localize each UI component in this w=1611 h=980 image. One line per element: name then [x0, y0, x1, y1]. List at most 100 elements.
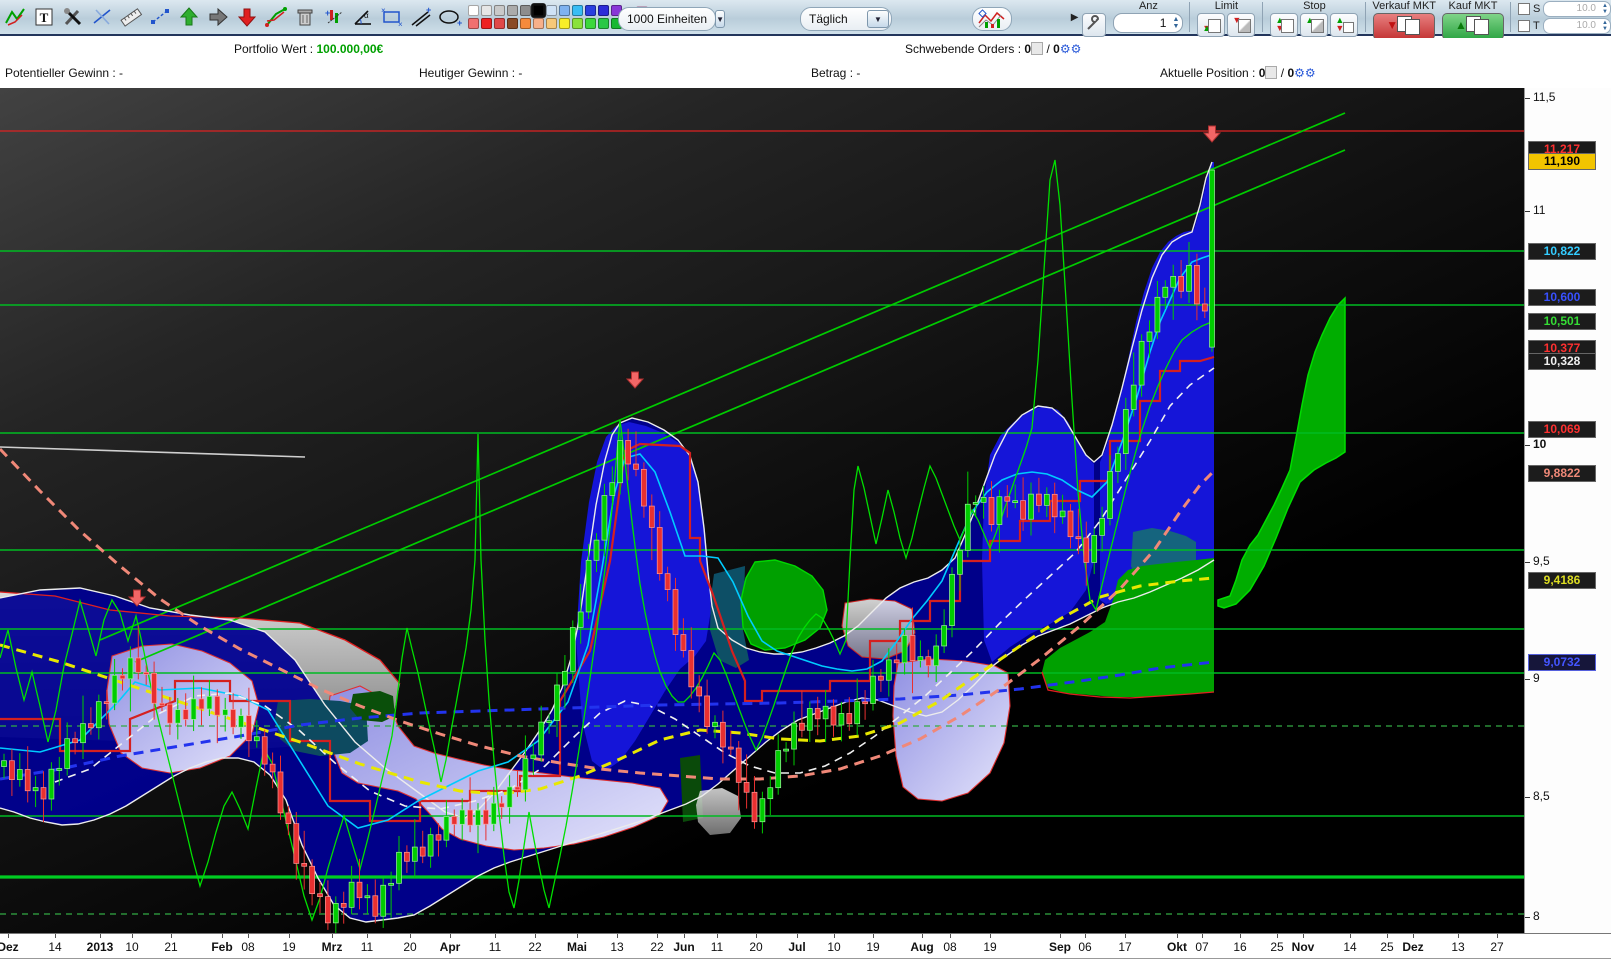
- position-doc-icon[interactable]: [1265, 66, 1277, 79]
- time-tick-label: 25: [1270, 940, 1283, 954]
- svg-text:α: α: [364, 11, 369, 20]
- time-tick-mark: [248, 934, 249, 938]
- color-swatch[interactable]: [531, 3, 546, 18]
- take-profit-stepper[interactable]: ▲▼: [1602, 20, 1608, 32]
- candle-body: [246, 716, 251, 741]
- candle-body: [270, 764, 275, 772]
- chart-style-button[interactable]: [972, 7, 1012, 31]
- color-swatch[interactable]: [533, 18, 544, 29]
- time-tick-mark: [684, 934, 685, 938]
- candle-body: [626, 440, 631, 464]
- arrow-right-icon[interactable]: [204, 4, 231, 31]
- stop-limit-order-button[interactable]: ▲▼: [1330, 13, 1358, 37]
- stop-buy-order-button[interactable]: ▲▼: [1270, 13, 1298, 37]
- text-tool-icon[interactable]: T: [30, 4, 57, 31]
- pending-orders: Schwebende Orders : 0 / 0⚙⚙: [905, 42, 1081, 56]
- sell-market-button[interactable]: ▼: [1373, 13, 1435, 40]
- limit-sell-order-button[interactable]: ▼: [1227, 13, 1255, 37]
- trend-line[interactable]: [0, 447, 305, 457]
- candle-body: [768, 788, 773, 799]
- units-dropdown[interactable]: 1000 Einheiten ▼: [618, 7, 716, 31]
- color-swatch[interactable]: [520, 5, 531, 16]
- arrow-down-icon[interactable]: [233, 4, 260, 31]
- position-gear-icon[interactable]: ⚙⚙: [1294, 66, 1316, 80]
- color-swatch[interactable]: [507, 5, 518, 16]
- candle-body: [120, 675, 125, 679]
- cross-lines-icon[interactable]: [88, 4, 115, 31]
- candle-body: [491, 803, 496, 824]
- stop-loss-input[interactable]: 10.0▲▼: [1543, 1, 1611, 17]
- candle-body: [452, 816, 457, 824]
- timeframe-dropdown-arrow-icon[interactable]: ▼: [867, 10, 889, 28]
- candle-body: [697, 687, 702, 696]
- rectangle-tool-icon[interactable]: ××: [378, 4, 405, 31]
- candle-body: [17, 769, 22, 779]
- orders-gear-icon[interactable]: ⚙⚙: [1060, 42, 1082, 56]
- stop-sell-order-button[interactable]: ▲: [1300, 13, 1328, 37]
- arrow-up-icon[interactable]: [175, 4, 202, 31]
- angle-tool-icon[interactable]: α: [349, 4, 376, 31]
- quantity-input[interactable]: 1▲▼: [1113, 13, 1183, 33]
- ellipse-tool-icon[interactable]: +: [436, 4, 463, 31]
- stop-loss-stepper[interactable]: ▲▼: [1602, 3, 1608, 15]
- price-axis[interactable]: 11,511109,598,5811,21711,19010,82210,600…: [1524, 88, 1611, 933]
- color-swatch[interactable]: [572, 5, 583, 16]
- amount: Betrag : -: [811, 66, 860, 80]
- trendline-tool-icon[interactable]: [1, 4, 28, 31]
- candle-body: [160, 703, 165, 705]
- color-swatch[interactable]: [520, 18, 531, 29]
- take-profit-input[interactable]: 10.0▲▼: [1543, 18, 1611, 34]
- candle-body: [555, 685, 560, 721]
- candle-body: [223, 710, 228, 716]
- color-swatch[interactable]: [598, 18, 609, 29]
- color-swatch[interactable]: [546, 18, 557, 29]
- color-swatch[interactable]: [481, 5, 492, 16]
- freehand-lines-icon[interactable]: [262, 4, 289, 31]
- buy-market-button[interactable]: ▲: [1442, 13, 1504, 40]
- limit-buy-order-button[interactable]: ▼▲: [1197, 13, 1225, 37]
- channel-tool-icon[interactable]: +: [407, 4, 434, 31]
- color-swatch[interactable]: [559, 5, 570, 16]
- candle-body: [33, 788, 38, 791]
- color-swatch[interactable]: [481, 18, 492, 29]
- price-tick-label: 9: [1533, 671, 1540, 685]
- svg-text:×: ×: [398, 20, 403, 28]
- orders-doc-icon[interactable]: [1031, 42, 1043, 55]
- time-tick-mark: [332, 934, 333, 938]
- color-swatch[interactable]: [507, 18, 518, 29]
- color-swatch[interactable]: [559, 18, 570, 29]
- chart-plot[interactable]: [0, 88, 1524, 933]
- delete-tool-icon[interactable]: [291, 4, 318, 31]
- color-swatch[interactable]: [494, 18, 505, 29]
- candle-body: [96, 702, 101, 728]
- color-swatch[interactable]: [468, 5, 479, 16]
- color-swatch[interactable]: [494, 5, 505, 16]
- timeframe-dropdown[interactable]: Täglich ▼: [800, 7, 892, 31]
- color-swatch[interactable]: [585, 5, 596, 16]
- candle-body: [207, 696, 212, 709]
- color-swatch[interactable]: [572, 18, 583, 29]
- potential-gain: Potentieller Gewinn : -: [5, 66, 123, 80]
- chart-canvas[interactable]: [0, 88, 1524, 933]
- color-swatch[interactable]: [468, 18, 479, 29]
- price-tick-mark: [1525, 917, 1530, 918]
- stop-loss-checkbox[interactable]: [1518, 3, 1530, 15]
- order-settings-button[interactable]: [1082, 13, 1106, 37]
- take-profit-checkbox[interactable]: [1518, 20, 1530, 32]
- quantity-stepper[interactable]: ▲▼: [1172, 16, 1179, 30]
- color-swatch[interactable]: [546, 5, 557, 16]
- segment-tool-icon[interactable]: [146, 4, 173, 31]
- time-tick-mark: [100, 934, 101, 938]
- add-indicator-icon[interactable]: +: [320, 4, 347, 31]
- time-tick-label: Jul: [788, 940, 805, 954]
- time-tick-mark: [1458, 934, 1459, 938]
- color-swatch[interactable]: [585, 18, 596, 29]
- panel-expander-icon[interactable]: ▶: [1071, 12, 1079, 23]
- candle-body: [673, 590, 678, 635]
- ruler-icon[interactable]: [117, 4, 144, 31]
- time-axis[interactable]: Dez1420131021Feb0819Mrz1120Apr1122Mai132…: [0, 933, 1611, 959]
- units-dropdown-arrow-icon[interactable]: ▼: [715, 10, 725, 28]
- tools-icon[interactable]: [59, 4, 86, 31]
- color-swatch[interactable]: [598, 5, 609, 16]
- candle-body: [784, 749, 789, 751]
